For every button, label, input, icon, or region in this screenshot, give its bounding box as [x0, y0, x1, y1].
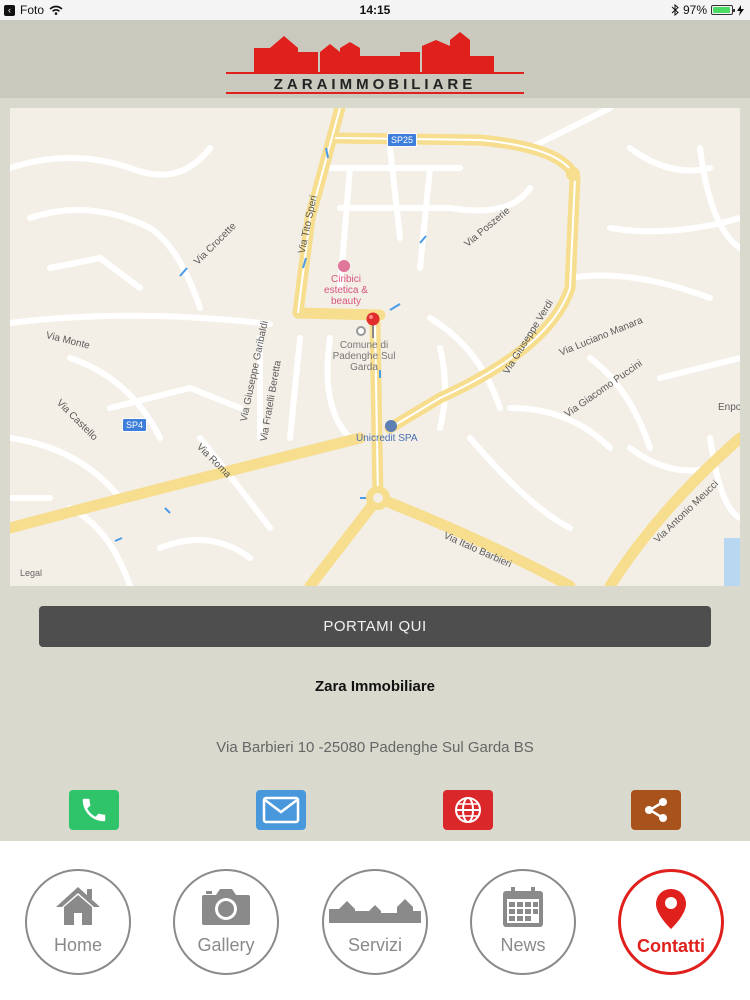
road-badge-sp4: SP4 — [122, 418, 148, 432]
status-time: 14:15 — [359, 3, 391, 17]
tab-label: News — [500, 935, 546, 955]
battery-icon — [711, 5, 735, 15]
tab-servizi[interactable]: Servizi — [322, 869, 428, 975]
logo[interactable]: ZARAIMMOBILIARE — [224, 26, 526, 94]
camera-icon — [202, 889, 250, 925]
poi-ciribici-label[interactable]: Ciribici estetica & beauty — [316, 274, 376, 307]
map-pin-icon — [656, 889, 686, 929]
share-button[interactable] — [631, 790, 681, 830]
company-name: Zara Immobiliare — [314, 678, 436, 695]
home-icon — [56, 887, 100, 925]
calendar-icon — [503, 887, 543, 927]
share-icon — [645, 798, 667, 822]
call-button[interactable] — [69, 790, 119, 830]
road-badge-sp25: SP25 — [387, 133, 418, 147]
bank-icon[interactable] — [385, 420, 397, 432]
status-right: 97% — [671, 3, 744, 17]
company-address: Via Barbieri 10 -25080 Padenghe Sul Gard… — [216, 739, 534, 756]
logo-text: ZARAIMMOBILIARE — [273, 76, 477, 93]
email-button[interactable] — [256, 790, 306, 830]
navigate-button[interactable]: PORTAMI QUI — [39, 606, 711, 647]
globe-icon — [455, 797, 481, 823]
location-pin-icon[interactable] — [366, 312, 380, 338]
tab-contatti[interactable]: Contatti — [618, 869, 724, 975]
bluetooth-icon — [671, 4, 679, 16]
poi-comune-label[interactable]: Comune di Padenghe Sul Garda — [330, 340, 398, 373]
battery-percent: 97% — [682, 3, 707, 17]
phone-icon — [82, 798, 106, 822]
website-button[interactable] — [443, 790, 493, 830]
charging-icon — [737, 4, 744, 16]
poi-enpo-label: Enpo — [718, 402, 740, 413]
tab-news[interactable]: News — [470, 869, 576, 975]
mail-icon — [262, 796, 300, 824]
skyline-icon — [329, 899, 421, 923]
map-view[interactable]: SP25 SP4 Via Tito Speri Via Crocette Via… — [10, 108, 740, 586]
tab-label: Servizi — [347, 935, 402, 955]
tab-label: Contatti — [637, 936, 705, 956]
status-bar: ‹ Foto 14:15 97% — [0, 0, 750, 20]
tab-bar: Home Gallery Servizi News Contatti — [0, 841, 750, 1000]
tab-label: Home — [53, 935, 102, 955]
tab-home[interactable]: Home — [25, 869, 131, 975]
app-header: ZARAIMMOBILIARE — [0, 20, 750, 98]
battery-level — [713, 7, 731, 13]
tab-gallery[interactable]: Gallery — [173, 869, 279, 975]
poi-comune-icon[interactable] — [356, 326, 366, 336]
poi-unicredit-label[interactable]: Unicredit SPA — [356, 433, 418, 444]
map-legal-link[interactable]: Legal — [20, 568, 42, 578]
tab-label: Gallery — [197, 935, 255, 955]
poi-ciribici-icon[interactable] — [338, 260, 350, 272]
